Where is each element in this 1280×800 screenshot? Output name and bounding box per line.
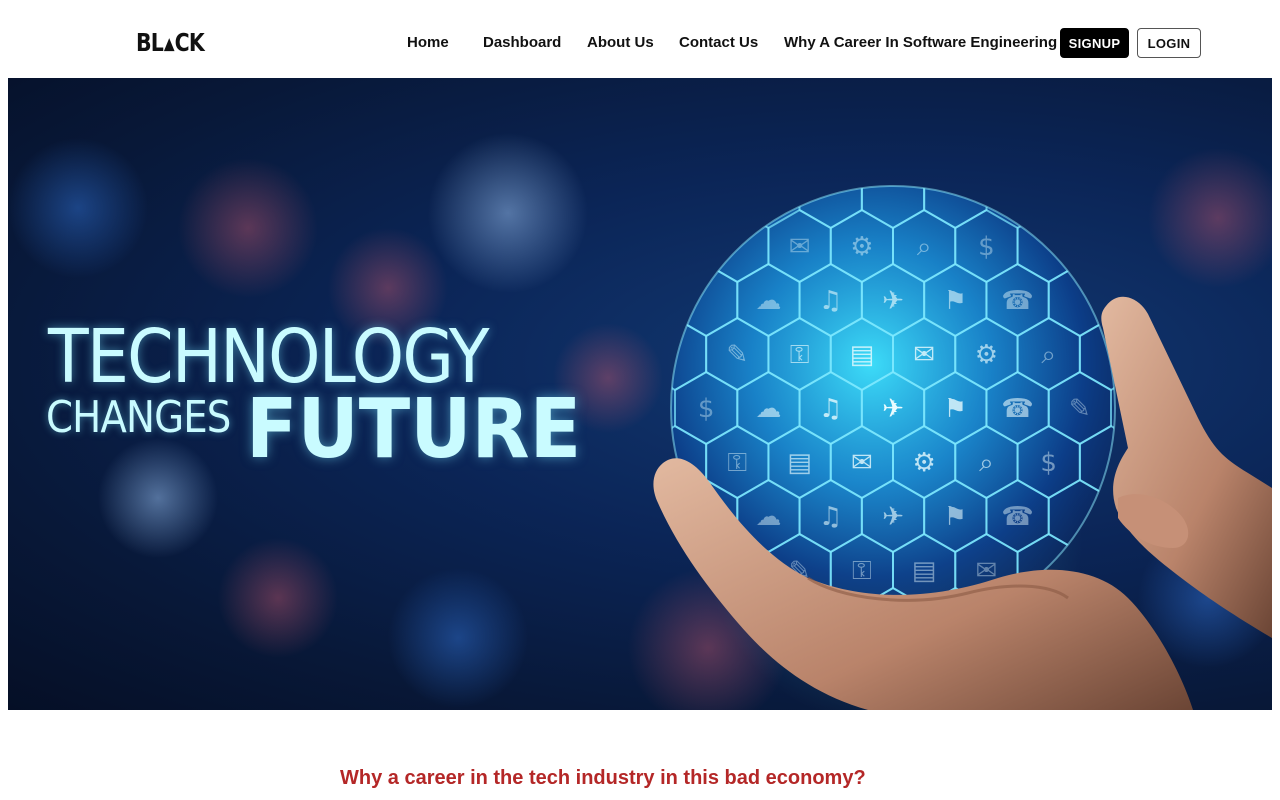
svg-text:▤: ▤ (850, 340, 875, 370)
svg-text:✎: ✎ (1069, 394, 1091, 424)
svg-text:♫: ♫ (819, 394, 842, 424)
svg-text:✉: ✉ (851, 448, 873, 478)
svg-text:⚑: ⚑ (944, 502, 967, 532)
svg-text:☎: ☎ (1001, 502, 1033, 532)
svg-text:⚑: ⚑ (944, 394, 967, 424)
nav-home[interactable]: Home (407, 34, 449, 51)
svg-text:⚿: ⚿ (727, 448, 747, 478)
nav-contact-us[interactable]: Contact Us (679, 34, 758, 51)
svg-text:✎: ✎ (726, 340, 748, 370)
svg-text:☁: ☁ (755, 394, 781, 424)
hero-title-line2: CHANGES (46, 392, 231, 443)
svg-text:$: $ (978, 232, 995, 262)
svg-text:▤: ▤ (787, 448, 812, 478)
svg-text:✈: ✈ (882, 394, 904, 424)
svg-text:☎: ☎ (1001, 286, 1033, 316)
svg-text:☎: ☎ (1001, 394, 1033, 424)
logo-text-right: CK (174, 28, 205, 57)
nav-dashboard[interactable]: Dashboard (483, 34, 561, 51)
svg-text:⚙: ⚙ (912, 448, 935, 478)
svg-text:⌕: ⌕ (917, 232, 932, 262)
signup-button[interactable]: SIGNUP (1060, 28, 1129, 58)
hero-banner: ✉ ⚙ ⌕ $ ☁ ♫ ✈ ⚑ ☎ ✎ ⚿ ▤ ✉ ⚙ ⌕ $ ☁ ♫ ✈ ⚑ ☎ ✎ ⚿ ▤ ✉ ⚙ ⌕ $ ☁ ♫ ✈ ⚑ ☎ ✎ ⚿ ▤ ✉ TE… (8, 78, 1272, 710)
hero-title-line3: FUTURE (246, 382, 582, 477)
svg-text:⚑: ⚑ (944, 286, 967, 316)
nav-why-career[interactable]: Why A Career In Software Engineering (784, 34, 1057, 51)
svg-text:✉: ✉ (913, 340, 935, 370)
logo-mark-icon: ▲ (163, 33, 175, 54)
svg-text:⚿: ⚿ (790, 340, 810, 370)
svg-text:♫: ♫ (819, 286, 842, 316)
section-heading: Why a career in the tech industry in thi… (340, 766, 866, 789)
svg-text:⚿: ⚿ (852, 556, 872, 586)
svg-text:⌕: ⌕ (979, 448, 994, 478)
svg-text:✉: ✉ (789, 232, 811, 262)
login-button[interactable]: LOGIN (1137, 28, 1201, 58)
svg-text:⌕: ⌕ (1041, 340, 1056, 370)
svg-text:⚙: ⚙ (975, 340, 998, 370)
svg-text:♫: ♫ (819, 502, 842, 532)
brand-logo[interactable]: BL ▲ CK (136, 28, 205, 57)
svg-text:⚙: ⚙ (850, 232, 873, 262)
logo-text-left: BL (136, 28, 164, 57)
svg-text:$: $ (1040, 448, 1057, 478)
svg-text:▤: ▤ (912, 556, 937, 586)
svg-text:✈: ✈ (882, 286, 904, 316)
svg-text:☁: ☁ (755, 286, 781, 316)
svg-text:✈: ✈ (882, 502, 904, 532)
navbar: BL ▲ CK Home Dashboard About Us Contact … (0, 0, 1280, 78)
svg-text:$: $ (698, 394, 715, 424)
svg-text:☁: ☁ (755, 502, 781, 532)
nav-about-us[interactable]: About Us (587, 34, 654, 51)
